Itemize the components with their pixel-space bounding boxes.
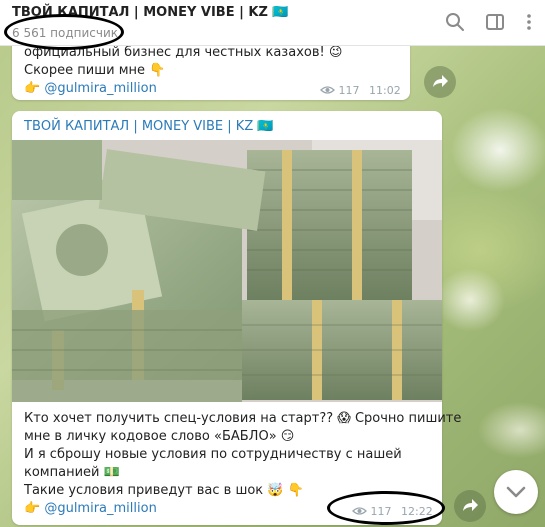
sidebar-toggle-icon[interactable] — [484, 11, 506, 33]
message-author[interactable]: ТВОЙ КАПИТАЛ | MONEY VIBE | KZ 🇰🇿 — [24, 119, 274, 134]
scroll-down-button[interactable] — [494, 470, 538, 514]
message-line: компанией 💵 — [24, 465, 120, 480]
message-meta: 117 11:02 — [320, 84, 401, 97]
view-count: 117 — [338, 84, 360, 97]
forward-button[interactable] — [424, 66, 456, 98]
message-photo[interactable] — [12, 140, 442, 402]
message-line: Скорее пиши мне 👇 — [24, 63, 166, 78]
chevron-down-icon — [494, 486, 538, 518]
message-line: Кто хочет получить спец-условия на старт… — [24, 411, 462, 426]
mention-row: 👉 @gulmira_million — [24, 80, 157, 97]
highlight-oval-meta — [327, 491, 445, 525]
mention-link[interactable]: @gulmira_million — [44, 501, 157, 516]
eye-icon — [320, 84, 339, 97]
message-time: 11:02 — [369, 84, 401, 97]
highlight-oval-subscribers — [4, 14, 124, 50]
pointing-emoji: 👉 — [24, 81, 41, 96]
message-line: И я сброшу новые условия по сотрудничест… — [24, 447, 402, 462]
search-icon[interactable] — [444, 11, 466, 33]
pointing-emoji: 👉 — [24, 501, 41, 516]
forward-icon — [424, 75, 456, 102]
forward-icon — [454, 499, 486, 526]
mention-row: 👉 @gulmira_million — [24, 500, 157, 517]
mention-link[interactable]: @gulmira_million — [44, 81, 157, 96]
message-line: мне в личку кодовое слово «БАБЛО» 😏 — [24, 429, 295, 444]
more-vertical-icon[interactable] — [518, 11, 540, 33]
message-line: Такие условия приведут вас в шок 🤯 👇 — [24, 483, 304, 498]
forward-button[interactable] — [454, 490, 486, 522]
